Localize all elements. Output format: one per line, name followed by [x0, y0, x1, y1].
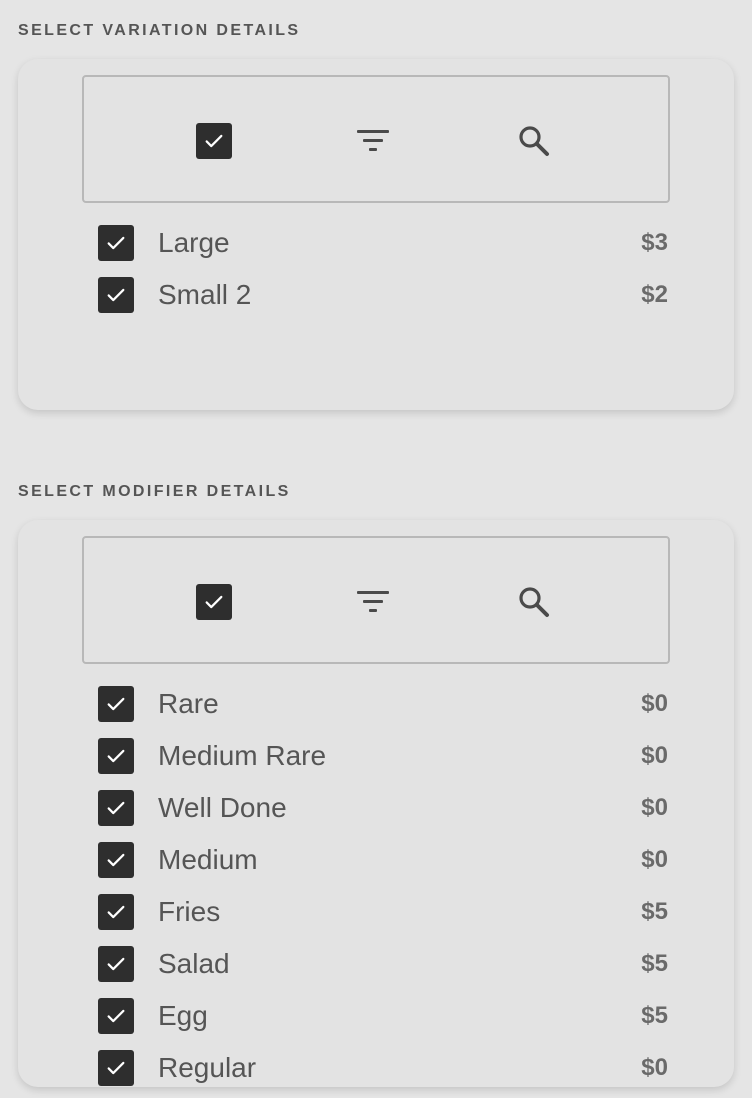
modifier-toolbar: [82, 536, 670, 664]
modifier-select-all-button[interactable]: [194, 582, 234, 622]
checkmark-icon: [107, 801, 125, 815]
item-checkbox[interactable]: [98, 842, 134, 878]
item-price: $0: [641, 742, 668, 769]
checkmark-icon: [107, 905, 125, 919]
item-label: Egg: [158, 1000, 208, 1031]
item-price: $0: [641, 1054, 668, 1081]
modifier-search-button[interactable]: [514, 582, 554, 622]
list-item[interactable]: Medium $0: [98, 834, 668, 886]
checkmark-icon: [107, 288, 125, 302]
variation-filter-button[interactable]: [353, 121, 393, 161]
item-label: Salad: [158, 948, 230, 979]
checkmark-icon: [107, 1009, 125, 1023]
list-item[interactable]: Salad $5: [98, 938, 668, 990]
checkbox-checked-icon: [196, 584, 232, 620]
modifier-card: Rare $0 Medium Rare $0 Well Done $0 Medium $0 Fr…: [18, 520, 734, 1087]
checkbox-checked-icon: [196, 123, 232, 159]
item-checkbox[interactable]: [98, 894, 134, 930]
item-checkbox[interactable]: [98, 1050, 134, 1086]
item-label: Rare: [158, 688, 219, 719]
item-label: Fries: [158, 896, 221, 927]
list-item[interactable]: Small 2 $2: [98, 269, 668, 321]
list-item[interactable]: Egg $5: [98, 990, 668, 1042]
checkmark-icon: [107, 957, 125, 971]
list-item[interactable]: Medium Rare $0: [98, 730, 668, 782]
modifier-filter-button[interactable]: [353, 582, 393, 622]
item-price: $3: [641, 229, 668, 256]
variation-section-title: SELECT VARIATION DETAILS: [18, 22, 301, 39]
modifier-section-title: SELECT MODIFIER DETAILS: [18, 483, 291, 500]
item-checkbox[interactable]: [98, 946, 134, 982]
list-item[interactable]: Rare $0: [98, 678, 668, 730]
checkmark-icon: [107, 236, 125, 250]
item-checkbox[interactable]: [98, 738, 134, 774]
checkmark-icon: [107, 1061, 125, 1075]
item-label: Large: [158, 227, 230, 258]
item-label: Medium: [158, 844, 258, 875]
list-item[interactable]: Regular $0: [98, 1042, 668, 1087]
variation-toolbar: [82, 75, 670, 203]
checkmark-icon: [107, 749, 125, 763]
modifier-list: Rare $0 Medium Rare $0 Well Done $0 Medium $0 Fr…: [98, 678, 668, 1087]
item-price: $0: [641, 846, 668, 873]
item-price: $5: [641, 898, 668, 925]
search-icon: [519, 587, 549, 617]
list-item[interactable]: Fries $5: [98, 886, 668, 938]
item-price: $0: [641, 690, 668, 717]
variation-card: Large $3 Small 2 $2: [18, 59, 734, 410]
item-checkbox[interactable]: [98, 790, 134, 826]
item-price: $2: [641, 281, 668, 308]
variation-search-button[interactable]: [514, 121, 554, 161]
filter-icon: [357, 591, 389, 612]
page: SELECT VARIATION DETAILS Large $3 Small 2 $…: [0, 0, 752, 1098]
item-label: Small 2: [158, 279, 252, 310]
item-checkbox[interactable]: [98, 277, 134, 313]
item-checkbox[interactable]: [98, 225, 134, 261]
variation-list: Large $3 Small 2 $2: [98, 217, 668, 321]
item-price: $5: [641, 950, 668, 977]
item-label: Medium Rare: [158, 740, 327, 771]
search-icon: [519, 126, 549, 156]
item-checkbox[interactable]: [98, 686, 134, 722]
item-label: Well Done: [158, 792, 287, 823]
list-item[interactable]: Large $3: [98, 217, 668, 269]
checkmark-icon: [107, 853, 125, 867]
list-item[interactable]: Well Done $0: [98, 782, 668, 834]
item-price: $5: [641, 1002, 668, 1029]
variation-select-all-button[interactable]: [194, 121, 234, 161]
checkmark-icon: [107, 697, 125, 711]
item-label: Regular: [158, 1052, 257, 1083]
item-checkbox[interactable]: [98, 998, 134, 1034]
item-price: $0: [641, 794, 668, 821]
filter-icon: [357, 130, 389, 151]
